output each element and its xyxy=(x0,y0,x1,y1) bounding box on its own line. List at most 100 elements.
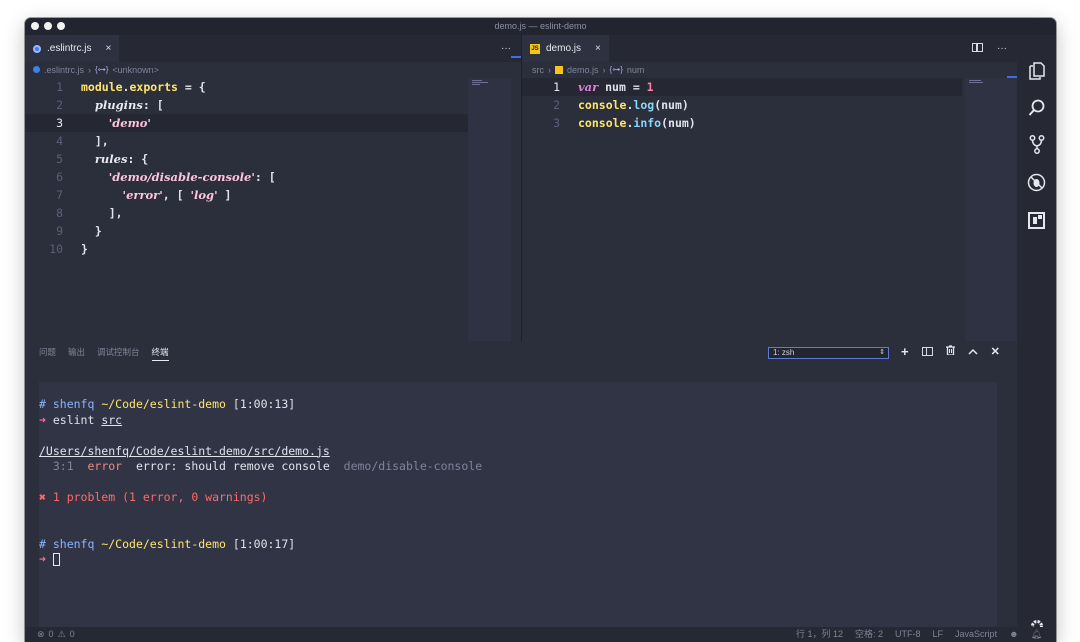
eslint-file-icon xyxy=(33,66,40,73)
end-of-line[interactable]: LF xyxy=(933,627,944,642)
line-number: 3 xyxy=(553,116,560,130)
code-line[interactable]: 7 'error', [ 'log' ] xyxy=(25,186,468,204)
breadcrumb-symbol[interactable]: num xyxy=(627,65,645,75)
status-bar: ⊗ 0 ⚠ 0 行 1，列 12 空格: 2 UTF-8 LF JavaScri… xyxy=(25,627,1056,642)
split-terminal-icon[interactable] xyxy=(921,347,933,356)
more-actions-icon[interactable]: ··· xyxy=(997,43,1007,54)
code-line[interactable]: 3 'demo' xyxy=(25,114,468,132)
panel-tab[interactable]: 终端 xyxy=(151,346,169,361)
minimap[interactable] xyxy=(468,78,511,356)
code-line[interactable]: 2 plugins: [ xyxy=(25,96,468,114)
split-editor-icon[interactable] xyxy=(972,43,983,52)
symbol-icon: {⊶} xyxy=(609,65,623,74)
files-icon[interactable] xyxy=(1027,61,1046,80)
scrollbar[interactable] xyxy=(1007,76,1017,78)
line-number: 1 xyxy=(56,80,63,94)
line-number: 9 xyxy=(56,224,63,238)
line-number: 6 xyxy=(56,170,63,184)
tab-label: demo.js xyxy=(546,43,582,54)
minimap[interactable] xyxy=(965,78,1017,356)
warning-count: 0 xyxy=(69,629,75,639)
trash-icon[interactable] xyxy=(945,345,955,358)
breadcrumb-separator: › xyxy=(548,64,551,75)
terminal-line: # shenfq ~/Code/eslint-demo [1:00:17] xyxy=(39,536,296,551)
code-line[interactable]: 5 rules: { xyxy=(25,150,468,168)
window-controls xyxy=(31,22,65,30)
line-number: 7 xyxy=(56,188,63,202)
terminal-line: /Users/shenfq/Code/eslint-demo/src/demo.… xyxy=(39,443,330,458)
chevron-up-icon[interactable] xyxy=(968,346,978,358)
code-line[interactable]: 1 module.exports = { xyxy=(25,78,468,96)
terminal-line: ➜ xyxy=(39,552,997,568)
code-text: var num = 1 xyxy=(578,80,654,94)
code-line[interactable]: 8 ], xyxy=(25,204,468,222)
bell-icon[interactable]: 🔔︎ xyxy=(1031,627,1042,642)
terminal-output[interactable]: # shenfq ~/Code/eslint-demo [1:00:13] ➜ e… xyxy=(39,382,997,627)
code-text: rules: { xyxy=(94,152,149,166)
code-line[interactable]: 9 } xyxy=(25,222,468,240)
scrollbar[interactable] xyxy=(511,56,521,58)
close-tab-icon[interactable]: × xyxy=(105,43,111,54)
code-editor-left[interactable]: 1 module.exports = {2 plugins: [3 'demo' 4… xyxy=(25,78,468,356)
tab-eslintrc[interactable]: .eslintrc.js × xyxy=(25,35,120,62)
code-text: plugins: [ xyxy=(94,98,164,112)
bottom-panel: 问题 输出 调试控制台 终端 1: zsh ⇕ + ✕ # shenfq ~/Code… xyxy=(25,341,1017,627)
line-number: 10 xyxy=(49,242,63,256)
code-line[interactable]: 10} xyxy=(25,240,468,258)
extensions-icon[interactable] xyxy=(1027,211,1046,230)
terminal-cursor xyxy=(52,553,60,566)
line-number: 5 xyxy=(56,152,63,166)
terminal-line: 3:1 error error: should remove console d… xyxy=(39,459,483,473)
code-text: ], xyxy=(81,206,123,220)
new-terminal-icon[interactable]: + xyxy=(901,344,909,359)
tab-label: .eslintrc.js xyxy=(47,43,92,54)
maximize-window-button[interactable] xyxy=(57,22,65,30)
panel-tab[interactable]: 调试控制台 xyxy=(97,346,140,361)
panel-tab[interactable]: 输出 xyxy=(68,346,85,361)
search-icon[interactable] xyxy=(1027,98,1046,117)
code-text: console.log(num) xyxy=(578,98,689,112)
line-number: 1 xyxy=(553,80,560,94)
code-text: } xyxy=(81,224,102,238)
cursor-position[interactable]: 行 1，列 12 xyxy=(796,627,843,642)
code-line[interactable]: 1 var num = 1 xyxy=(522,78,962,96)
code-line[interactable]: 6 'demo/disable-console': [ xyxy=(25,168,468,186)
code-text: 'demo/disable-console': [ xyxy=(108,170,276,184)
breadcrumb-symbol[interactable]: <unknown> xyxy=(112,65,159,75)
vscode-window: demo.js — eslint-demo .eslintrc.js × ···… xyxy=(25,18,1056,642)
smiley-icon[interactable]: ☻ xyxy=(1009,627,1018,642)
code-editor-right[interactable]: 1 var num = 1 2 console.log(num) 3 console.in… xyxy=(522,78,962,356)
code-line[interactable]: 3 console.info(num) xyxy=(522,114,962,132)
right-tab-bar: JS demo.js × ··· xyxy=(522,35,1017,62)
breadcrumb-file[interactable]: demo.js xyxy=(567,65,599,75)
breadcrumb-folder[interactable]: src xyxy=(532,65,544,75)
tab-demo-js[interactable]: JS demo.js × xyxy=(522,35,609,62)
encoding[interactable]: UTF-8 xyxy=(895,627,921,642)
chevron-updown-icon: ⇕ xyxy=(879,349,885,356)
code-line[interactable]: 4 ], xyxy=(25,132,468,150)
eslint-file-icon xyxy=(33,44,41,53)
line-number: 4 xyxy=(56,134,63,148)
debug-icon[interactable] xyxy=(1027,173,1046,192)
panel-tab-list: 问题 输出 调试控制台 终端 xyxy=(39,346,169,361)
language-mode[interactable]: JavaScript xyxy=(955,627,997,642)
code-text: } xyxy=(81,242,88,256)
close-window-button[interactable] xyxy=(31,22,39,30)
line-number: 3 xyxy=(56,116,63,130)
error-icon: ⊗ xyxy=(37,629,45,639)
code-line[interactable]: 2 console.log(num) xyxy=(522,96,962,114)
breadcrumb: .eslintrc.js › {⊶} <unknown> xyxy=(33,62,159,77)
close-icon[interactable]: ✕ xyxy=(991,345,1000,358)
source-control-icon[interactable] xyxy=(1027,135,1046,154)
minimize-window-button[interactable] xyxy=(44,22,52,30)
breadcrumb-file[interactable]: .eslintrc.js xyxy=(44,65,84,75)
code-text: 'demo' xyxy=(108,116,151,130)
problems-indicator[interactable]: ⊗ 0 ⚠ 0 xyxy=(37,627,75,642)
terminal-select[interactable]: 1: zsh ⇕ xyxy=(768,347,889,359)
indentation[interactable]: 空格: 2 xyxy=(855,627,883,642)
more-actions-icon[interactable]: ··· xyxy=(501,43,511,54)
close-tab-icon[interactable]: × xyxy=(595,43,601,54)
panel-tab[interactable]: 问题 xyxy=(39,346,56,361)
